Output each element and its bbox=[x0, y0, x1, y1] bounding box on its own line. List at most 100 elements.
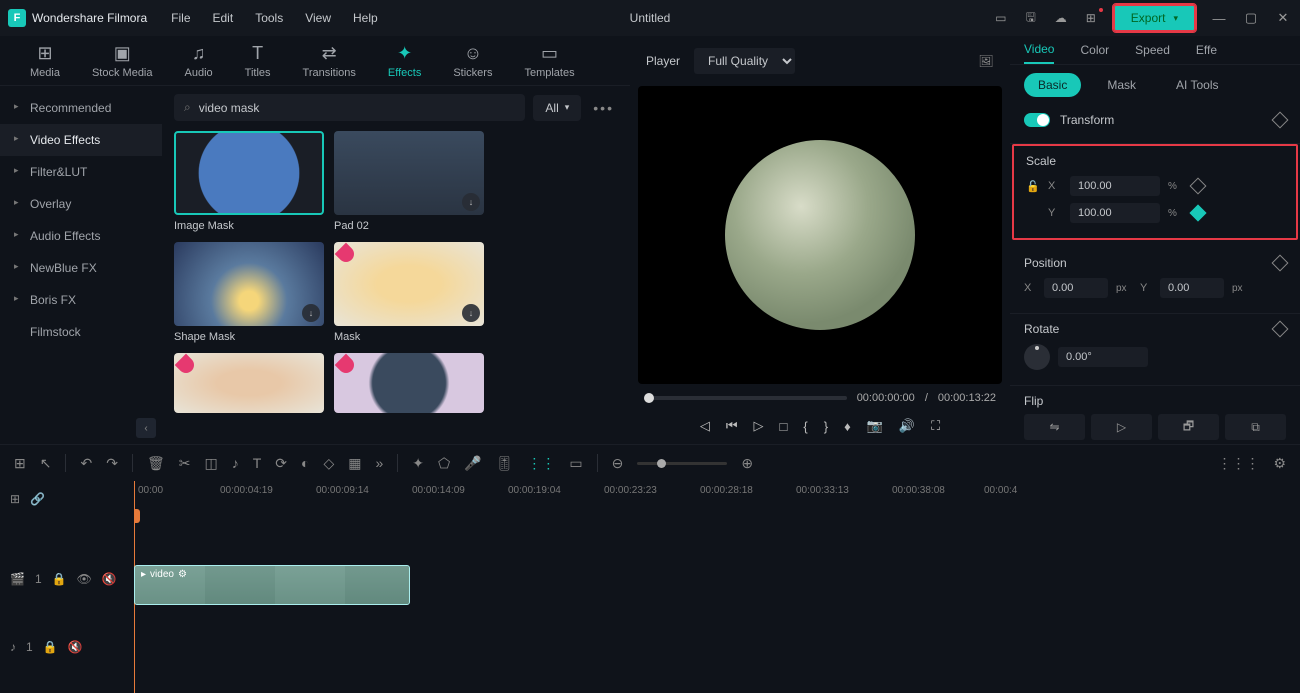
search-input[interactable] bbox=[199, 101, 516, 115]
menu-file[interactable]: File bbox=[171, 11, 190, 25]
effect-card-shape-mask[interactable]: ↓ Shape Mask bbox=[174, 242, 324, 343]
minimize-button[interactable]: — bbox=[1210, 9, 1228, 27]
audio-track-header[interactable]: ♪1🔒🔇 bbox=[0, 633, 134, 661]
marker-tool[interactable]: ⬠ bbox=[438, 455, 450, 472]
lock-icon[interactable]: 🔒 bbox=[43, 640, 58, 654]
lock-icon[interactable]: 🔓 bbox=[1026, 179, 1040, 193]
sidebar-item-boris-fx[interactable]: Boris FX bbox=[0, 284, 162, 316]
stop-button[interactable]: □ bbox=[780, 419, 788, 434]
add-track-icon[interactable]: ⊞ bbox=[10, 492, 20, 506]
tab-transitions[interactable]: ⇄Transitions bbox=[287, 39, 372, 83]
tab-stickers[interactable]: ☺Stickers bbox=[437, 39, 508, 83]
pill-basic[interactable]: Basic bbox=[1024, 73, 1081, 97]
mark-out-button[interactable]: } bbox=[824, 419, 828, 434]
quality-dropdown[interactable]: Full Quality bbox=[694, 48, 795, 74]
undo-button[interactable]: ↶ bbox=[80, 455, 92, 472]
inspector-tab-color[interactable]: Color bbox=[1080, 37, 1109, 63]
fullscreen-button[interactable]: ⛶ bbox=[931, 418, 940, 434]
more-options-button[interactable]: ••• bbox=[589, 100, 618, 116]
rotate-knob[interactable] bbox=[1024, 344, 1050, 370]
keyframe-button[interactable]: ◇ bbox=[323, 455, 334, 472]
cloud-icon[interactable]: ☁ bbox=[1053, 10, 1069, 26]
filter-dropdown[interactable]: All▾ bbox=[533, 95, 581, 121]
redo-button[interactable]: ↷ bbox=[106, 455, 118, 472]
position-keyframe[interactable] bbox=[1272, 255, 1289, 272]
magnetic-button[interactable]: ⋮⋮ bbox=[527, 455, 555, 472]
zoom-slider[interactable] bbox=[637, 462, 727, 465]
scale-y-input[interactable] bbox=[1070, 203, 1160, 223]
crop-button[interactable]: ◫ bbox=[204, 455, 217, 472]
position-y-input[interactable] bbox=[1160, 278, 1224, 298]
mute-icon[interactable]: 🔇 bbox=[102, 572, 117, 586]
save-icon[interactable]: 🖫 bbox=[1023, 10, 1039, 26]
search-box[interactable]: ⌕ bbox=[174, 94, 525, 121]
step-back-button[interactable]: ⏮ bbox=[726, 418, 738, 434]
volume-button[interactable]: 🔊 bbox=[899, 418, 915, 434]
visibility-icon[interactable]: 👁 bbox=[77, 572, 92, 586]
flip-vertical-button[interactable]: ▷ bbox=[1091, 414, 1152, 440]
download-icon[interactable]: ↓ bbox=[462, 304, 480, 322]
text-button[interactable]: T bbox=[253, 455, 262, 471]
rotate-input[interactable] bbox=[1058, 347, 1148, 367]
adjust-button[interactable]: ▦ bbox=[348, 455, 361, 472]
effect-card[interactable] bbox=[334, 353, 484, 413]
more-tools-button[interactable]: » bbox=[375, 455, 383, 471]
tab-effects[interactable]: ✦Effects bbox=[372, 39, 437, 83]
effect-card-image-mask[interactable]: Image Mask bbox=[174, 131, 324, 232]
timeline-ruler[interactable]: 00:00 00:00:04:19 00:00:09:14 00:00:14:0… bbox=[134, 481, 1300, 511]
play-button[interactable]: ▷ bbox=[754, 418, 764, 434]
cursor-icon[interactable]: ↖ bbox=[40, 455, 52, 472]
sidebar-item-overlay[interactable]: Overlay bbox=[0, 188, 162, 220]
settings-button[interactable]: ⚙ bbox=[1273, 455, 1286, 472]
mark-in-button[interactable]: { bbox=[803, 419, 807, 434]
maximize-button[interactable]: ▢ bbox=[1242, 9, 1260, 27]
sidebar-item-audio-effects[interactable]: Audio Effects bbox=[0, 220, 162, 252]
delete-button[interactable]: 🗑 bbox=[147, 455, 165, 472]
scale-x-input[interactable] bbox=[1070, 176, 1160, 196]
export-button[interactable]: Export ▾ bbox=[1113, 4, 1196, 32]
preview-viewport[interactable] bbox=[638, 86, 1002, 384]
speed-button[interactable]: ⟳ bbox=[275, 455, 287, 472]
music-button[interactable]: ♪ bbox=[232, 455, 239, 471]
color-button[interactable]: ◐ bbox=[301, 455, 309, 471]
timeline-tracks[interactable]: 00:00 00:00:04:19 00:00:09:14 00:00:14:0… bbox=[134, 481, 1300, 693]
effect-card-mask[interactable]: ↓ Mask bbox=[334, 242, 484, 343]
render-button[interactable]: ✦ bbox=[412, 455, 424, 472]
sidebar-item-video-effects[interactable]: Video Effects bbox=[0, 124, 162, 156]
mute-icon[interactable]: 🔇 bbox=[68, 640, 83, 654]
cut-button[interactable]: ✂ bbox=[179, 455, 191, 472]
video-clip[interactable]: ▸ video ⚙ bbox=[134, 565, 410, 605]
link-toggle[interactable]: 🔗 bbox=[30, 492, 45, 506]
favorite-icon[interactable] bbox=[175, 354, 198, 377]
zoom-in-button[interactable]: ⊕ bbox=[741, 455, 753, 472]
download-icon[interactable]: ↓ bbox=[302, 304, 320, 322]
playback-slider[interactable] bbox=[644, 396, 847, 400]
menu-view[interactable]: View bbox=[305, 11, 331, 25]
effect-card-pad-02[interactable]: ↓ Pad 02 bbox=[334, 131, 484, 232]
pill-mask[interactable]: Mask bbox=[1093, 73, 1150, 97]
position-x-input[interactable] bbox=[1044, 278, 1108, 298]
layout-icon[interactable]: ⊞ bbox=[14, 455, 26, 472]
video-track-header[interactable]: 🎬1🔒👁🔇 bbox=[0, 565, 134, 593]
lock-icon[interactable]: 🔒 bbox=[52, 572, 67, 586]
monitor-icon[interactable]: ▭ bbox=[993, 10, 1009, 26]
download-icon[interactable]: ↓ bbox=[462, 193, 480, 211]
transform-keyframe[interactable] bbox=[1272, 112, 1289, 129]
inspector-tab-speed[interactable]: Speed bbox=[1135, 37, 1170, 63]
pill-ai-tools[interactable]: AI Tools bbox=[1162, 73, 1232, 97]
favorite-icon[interactable] bbox=[335, 243, 358, 266]
effect-card[interactable] bbox=[174, 353, 324, 413]
inspector-tab-effects[interactable]: Effe bbox=[1196, 37, 1217, 63]
sidebar-item-filmstock[interactable]: Filmstock bbox=[0, 316, 162, 348]
sidebar-item-filter-lut[interactable]: Filter&LUT bbox=[0, 156, 162, 188]
tab-audio[interactable]: ♫Audio bbox=[169, 39, 229, 83]
menu-help[interactable]: Help bbox=[353, 11, 378, 25]
tab-titles[interactable]: TTitles bbox=[229, 39, 287, 83]
transform-toggle[interactable] bbox=[1024, 113, 1050, 127]
flip-copy-button[interactable]: ⧉ bbox=[1225, 414, 1286, 440]
sidebar-item-newblue-fx[interactable]: NewBlue FX bbox=[0, 252, 162, 284]
close-button[interactable]: ✕ bbox=[1274, 9, 1292, 27]
flip-horizontal-button[interactable]: ⇋ bbox=[1024, 414, 1085, 440]
marker-button[interactable]: ♦ bbox=[844, 419, 851, 434]
snapshot-icon[interactable]: 🖼 bbox=[978, 53, 994, 69]
